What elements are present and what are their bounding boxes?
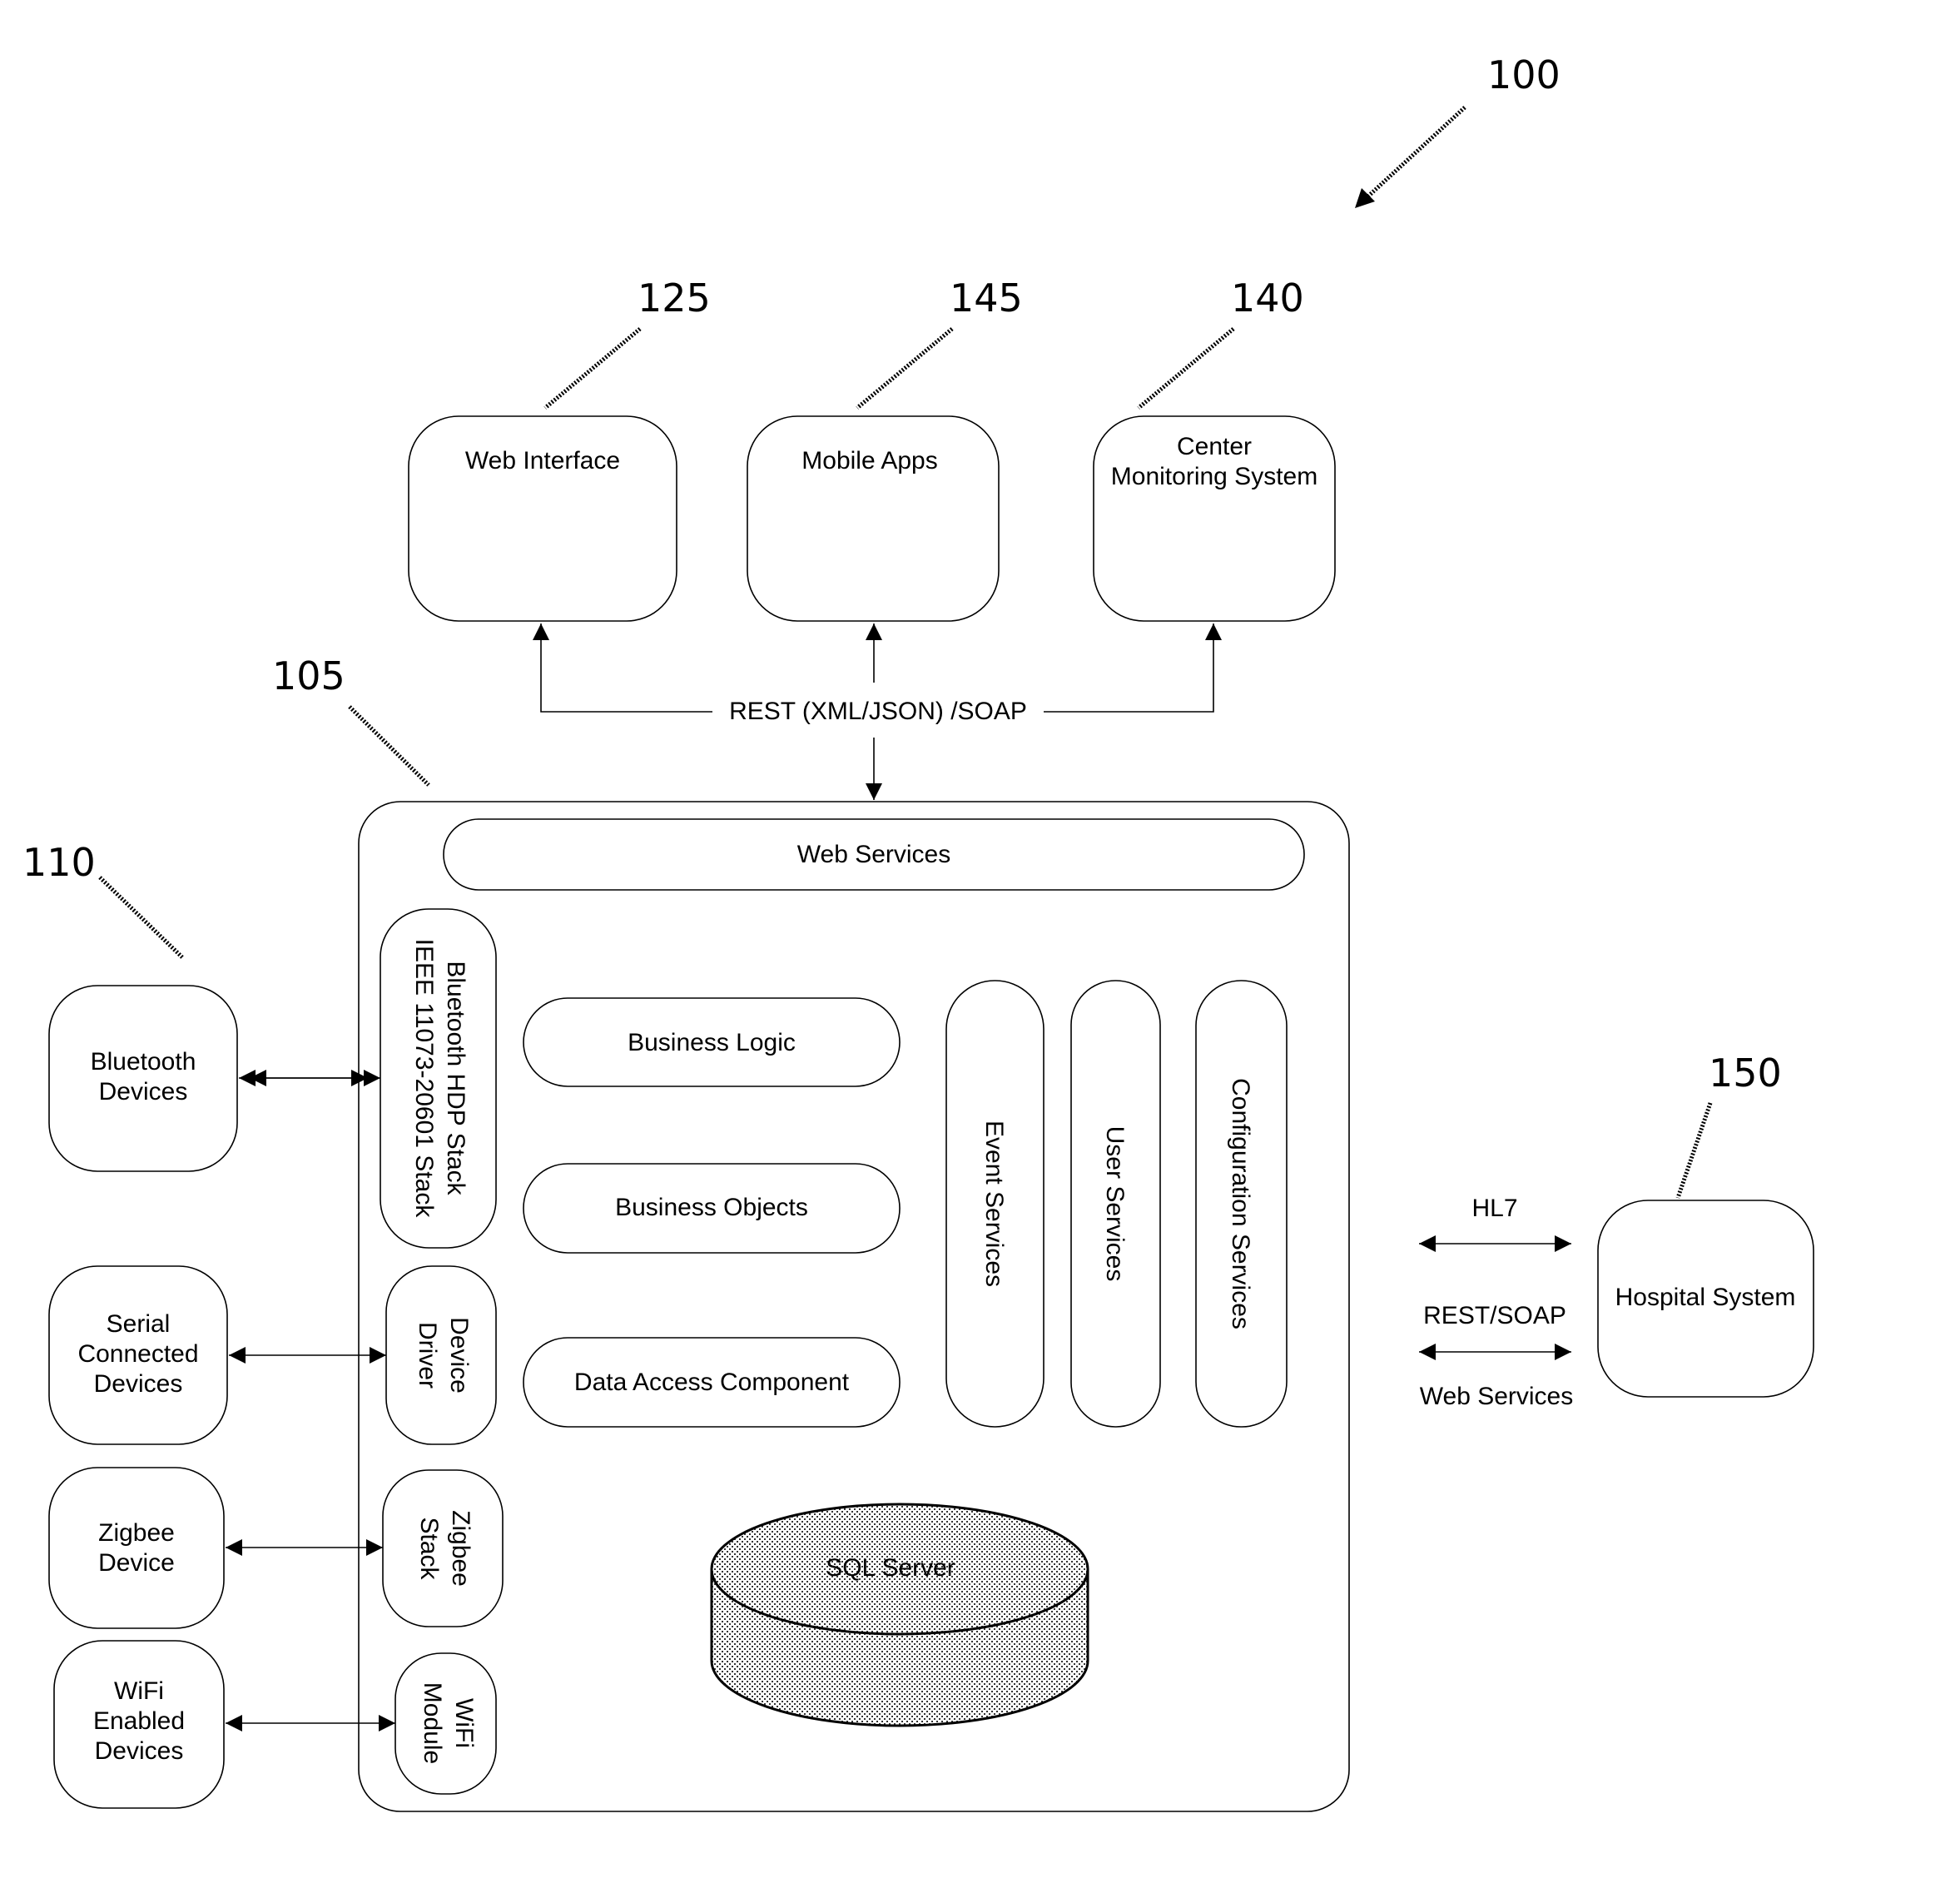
user-services-label: User Services — [1101, 1126, 1129, 1282]
serial-devices-node: Serial Connected Devices — [48, 1265, 228, 1445]
hospital-web-services-label: Web Services — [1420, 1383, 1574, 1410]
connector-to-center-monitoring — [1044, 624, 1222, 713]
hl7-label: HL7 — [1471, 1195, 1517, 1222]
architecture-diagram: 100 125 Web Interface 145 Mobile Apps 14… — [0, 0, 1960, 1878]
wifi-devices-label-3: Devices — [95, 1737, 184, 1765]
bluetooth-stack-label-2: IEEE 11073-20601 Stack — [410, 939, 438, 1219]
ref-105-leader — [348, 705, 430, 787]
hospital-system-label: Hospital System — [1615, 1284, 1796, 1311]
sql-server-database: SQL Server — [710, 1503, 1089, 1727]
business-logic-label: Business Logic — [628, 1029, 796, 1056]
zigbee-device-label-1: Zigbee — [98, 1519, 175, 1547]
device-driver: Device Driver — [385, 1265, 497, 1445]
zigbee-stack: Zigbee Stack — [382, 1469, 504, 1627]
ref-105: 105 — [272, 653, 345, 698]
wifi-devices-label-2: Enabled — [93, 1707, 185, 1735]
ref-150: 150 — [1709, 1051, 1782, 1096]
zigbee-stack-label-1: Zigbee — [447, 1510, 474, 1587]
wifi-devices-label-1: WiFi — [114, 1677, 164, 1705]
serial-devices-label-1: Serial — [107, 1310, 171, 1338]
web-interface-label: Web Interface — [465, 447, 620, 474]
bluetooth-devices-node: Bluetooth Devices — [48, 985, 238, 1172]
bluetooth-stack-label-1: Bluetooth HDP Stack — [442, 961, 469, 1195]
ref-145: 145 — [950, 276, 1023, 320]
device-driver-label-1: Device — [445, 1317, 473, 1394]
ref-125: 125 — [638, 276, 711, 320]
ref-100: 100 — [1487, 52, 1561, 97]
ref-100-arrow-head — [1355, 188, 1375, 208]
web-interface-node: 125 Web Interface — [408, 276, 711, 622]
wifi-module: WiFi Module — [394, 1652, 497, 1795]
ref-110-leader — [98, 876, 184, 959]
web-services-label: Web Services — [797, 841, 951, 868]
wifi-module-label-1: WiFi — [450, 1698, 478, 1748]
mobile-apps-label: Mobile Apps — [801, 447, 937, 474]
wifi-module-label-2: Module — [419, 1682, 446, 1764]
center-monitoring-label-1: Center — [1177, 433, 1252, 460]
serial-devices-label-3: Devices — [94, 1370, 183, 1398]
sql-server-label: SQL Server — [826, 1554, 955, 1582]
zigbee-stack-label-2: Stack — [415, 1517, 443, 1580]
event-services-label: Event Services — [980, 1120, 1008, 1287]
rest-connector: REST (XML/JSON) /SOAP — [533, 624, 1222, 800]
bluetooth-stack: Bluetooth HDP Stack IEEE 11073-20601 Sta… — [380, 908, 497, 1249]
wifi-devices-node: WiFi Enabled Devices — [53, 1640, 225, 1809]
zigbee-device-label-2: Device — [98, 1549, 175, 1577]
ref-110: 110 — [22, 840, 96, 885]
mobile-apps-node: 145 Mobile Apps — [747, 276, 1023, 622]
zigbee-device-box — [48, 1467, 225, 1629]
ref-100-arrow-line — [1360, 106, 1466, 204]
bluetooth-devices-label-1: Bluetooth — [91, 1048, 196, 1076]
ref-125-leader — [543, 327, 642, 410]
rest-soap-label: REST/SOAP — [1423, 1302, 1566, 1329]
ref-150-leader — [1675, 1102, 1713, 1199]
connector-to-web-interface — [533, 624, 712, 713]
device-driver-label-2: Driver — [414, 1322, 441, 1389]
configuration-services-label: Configuration Services — [1227, 1078, 1254, 1329]
center-monitoring-label-2: Monitoring System — [1111, 463, 1317, 490]
bluetooth-devices-label-2: Devices — [99, 1078, 188, 1105]
rest-protocol-label: REST (XML/JSON) /SOAP — [729, 698, 1027, 725]
data-access-label: Data Access Component — [574, 1369, 850, 1396]
ref-140: 140 — [1231, 276, 1304, 320]
business-objects-label: Business Objects — [615, 1194, 808, 1221]
zigbee-device-node: Zigbee Device — [48, 1467, 225, 1629]
center-monitoring-node: 140 Center Monitoring System — [1093, 276, 1336, 622]
ref-145-leader — [856, 327, 954, 410]
serial-devices-label-2: Connected — [77, 1340, 198, 1368]
ref-140-leader — [1137, 327, 1235, 410]
